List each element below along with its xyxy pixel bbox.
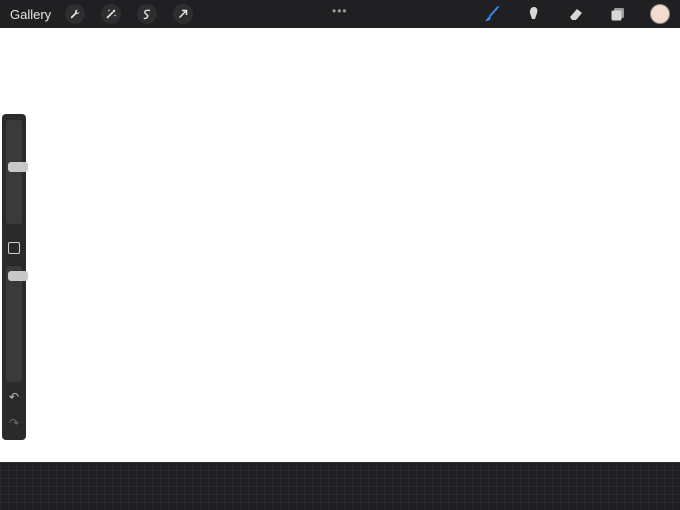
wrench-icon[interactable] bbox=[65, 4, 86, 24]
current-color-swatch[interactable] bbox=[650, 4, 670, 24]
selection-icon[interactable] bbox=[137, 4, 158, 24]
opacity-knob[interactable] bbox=[8, 271, 28, 281]
brush-size-knob[interactable] bbox=[8, 162, 28, 172]
right-toolset bbox=[460, 4, 670, 24]
magic-wand-icon[interactable] bbox=[101, 4, 122, 24]
opacity-slider[interactable] bbox=[6, 266, 28, 382]
transform-arrow-icon[interactable] bbox=[173, 4, 194, 24]
layers-icon[interactable] bbox=[608, 4, 628, 24]
canvas-placeholder bbox=[0, 28, 680, 462]
undo-button[interactable]: ↶ bbox=[7, 390, 21, 404]
modify-button[interactable] bbox=[8, 242, 20, 254]
gallery-button[interactable]: Gallery bbox=[10, 7, 51, 22]
brush-icon[interactable] bbox=[482, 4, 502, 24]
brush-size-slider[interactable] bbox=[6, 120, 28, 224]
more-options-button[interactable]: ••• bbox=[332, 4, 348, 18]
redo-button[interactable]: ↷ bbox=[7, 416, 21, 430]
top-toolbar: Gallery ••• bbox=[0, 0, 680, 28]
drawing-canvas[interactable] bbox=[0, 28, 680, 462]
eraser-icon[interactable] bbox=[566, 4, 586, 24]
workspace-background bbox=[0, 462, 680, 510]
smudge-icon[interactable] bbox=[524, 4, 544, 24]
brush-sidebar: ↶ ↷ bbox=[2, 114, 28, 440]
